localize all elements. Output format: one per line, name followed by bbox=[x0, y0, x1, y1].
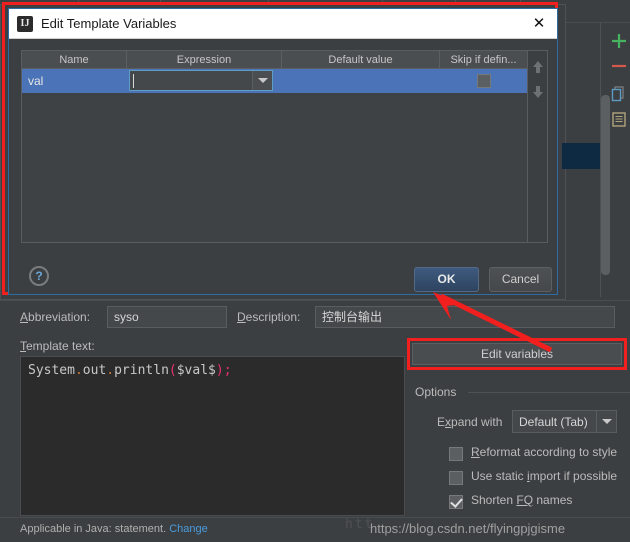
column-header-skip-if-defined[interactable]: Skip if defin... bbox=[440, 51, 527, 69]
template-code: System.out.println($val$); bbox=[28, 363, 232, 378]
move-up-arrow-icon[interactable] bbox=[531, 59, 545, 75]
footer-separator bbox=[0, 517, 630, 518]
expression-combo-input[interactable] bbox=[129, 70, 273, 91]
intellij-logo-text: IJ bbox=[20, 18, 30, 29]
remove-icon[interactable] bbox=[610, 57, 628, 75]
edit-template-variables-dialog: IJ Edit Template Variables ✕ Name Expres… bbox=[8, 8, 558, 295]
cell-skip-if-defined[interactable] bbox=[440, 69, 527, 93]
cell-name-text: val bbox=[28, 74, 44, 88]
variables-table-body: val bbox=[22, 69, 527, 242]
options-rule bbox=[468, 392, 630, 393]
applicable-status: Applicable in Java: statement. Change bbox=[20, 523, 208, 535]
column-header-default-value[interactable]: Default value bbox=[282, 51, 440, 69]
code-token-paren-open: ( bbox=[168, 363, 177, 378]
cell-name[interactable]: val bbox=[22, 69, 127, 93]
close-icon[interactable]: ✕ bbox=[529, 14, 549, 34]
column-header-name[interactable]: Name bbox=[22, 51, 127, 69]
options-group: Options Expand with Default (Tab) Reform… bbox=[415, 385, 630, 515]
variables-table-header: Name Expression Default value Skip if de… bbox=[22, 51, 527, 69]
edit-template-variables-dialog-highlight: IJ Edit Template Variables ✕ Name Expres… bbox=[2, 2, 558, 295]
expand-with-select[interactable]: Default (Tab) bbox=[512, 410, 617, 433]
move-down-arrow-icon[interactable] bbox=[531, 84, 545, 100]
change-link[interactable]: Change bbox=[169, 523, 208, 535]
column-header-expression[interactable]: Expression bbox=[127, 51, 282, 69]
abbreviation-label: Abbreviation: bbox=[20, 310, 91, 324]
watermark-url: https://blog.csdn.net/flyingpjgisme bbox=[370, 521, 566, 536]
list-toolbar bbox=[608, 22, 630, 302]
template-text-label: Template text: bbox=[20, 339, 95, 353]
code-token-dot2: . bbox=[106, 363, 115, 378]
cancel-button[interactable]: Cancel bbox=[489, 267, 552, 292]
cell-default-value[interactable] bbox=[282, 69, 440, 93]
static-import-label: Use static import if possible bbox=[471, 469, 618, 483]
edit-variables-button[interactable]: Edit variables bbox=[412, 343, 622, 365]
static-import-checkbox[interactable] bbox=[449, 471, 463, 485]
abbreviation-input[interactable]: syso bbox=[107, 306, 227, 328]
cell-expression[interactable] bbox=[127, 69, 282, 93]
shorten-fq-names-label: Shorten FQ names bbox=[471, 493, 573, 507]
variables-table-side-buttons bbox=[528, 50, 548, 243]
code-token-dot1: . bbox=[74, 363, 83, 378]
dialog-titlebar: IJ Edit Template Variables ✕ bbox=[9, 9, 557, 39]
add-icon[interactable] bbox=[610, 32, 628, 50]
expand-with-label: Expand with bbox=[437, 415, 503, 429]
reformat-label: Reformat according to style bbox=[471, 445, 618, 459]
intellij-logo-icon: IJ bbox=[17, 16, 33, 32]
skip-if-defined-checkbox[interactable] bbox=[476, 74, 491, 88]
shorten-fq-names-checkbox[interactable] bbox=[449, 495, 463, 509]
dialog-title: Edit Template Variables bbox=[41, 16, 177, 31]
description-label: Description: bbox=[237, 310, 301, 324]
code-token-paren-close: ) bbox=[215, 363, 224, 378]
code-token-println: println bbox=[114, 363, 169, 378]
variables-table: Name Expression Default value Skip if de… bbox=[21, 50, 528, 243]
table-row[interactable]: val bbox=[22, 69, 527, 93]
form-separator bbox=[0, 300, 630, 301]
chevron-down-icon[interactable] bbox=[596, 411, 616, 432]
code-token-variable: $val$ bbox=[176, 363, 216, 378]
template-text-editor[interactable]: System.out.println($val$); bbox=[20, 356, 405, 516]
help-button[interactable]: ? bbox=[29, 266, 49, 286]
text-caret bbox=[133, 74, 134, 88]
chevron-down-icon[interactable] bbox=[252, 71, 272, 90]
document-icon[interactable] bbox=[610, 110, 628, 128]
ok-button[interactable]: OK bbox=[414, 267, 479, 292]
description-input[interactable]: 控制台输出 bbox=[315, 306, 615, 328]
expand-with-value: Default (Tab) bbox=[519, 415, 588, 429]
options-title: Options bbox=[415, 385, 457, 399]
reformat-checkbox[interactable] bbox=[449, 447, 463, 461]
code-token-semicolon: ; bbox=[223, 363, 232, 378]
applicable-text-static: Applicable in Java: statement. bbox=[20, 523, 167, 535]
code-token-out: out bbox=[82, 363, 107, 378]
code-token-system: System bbox=[28, 363, 75, 378]
copy-icon[interactable] bbox=[610, 84, 628, 102]
